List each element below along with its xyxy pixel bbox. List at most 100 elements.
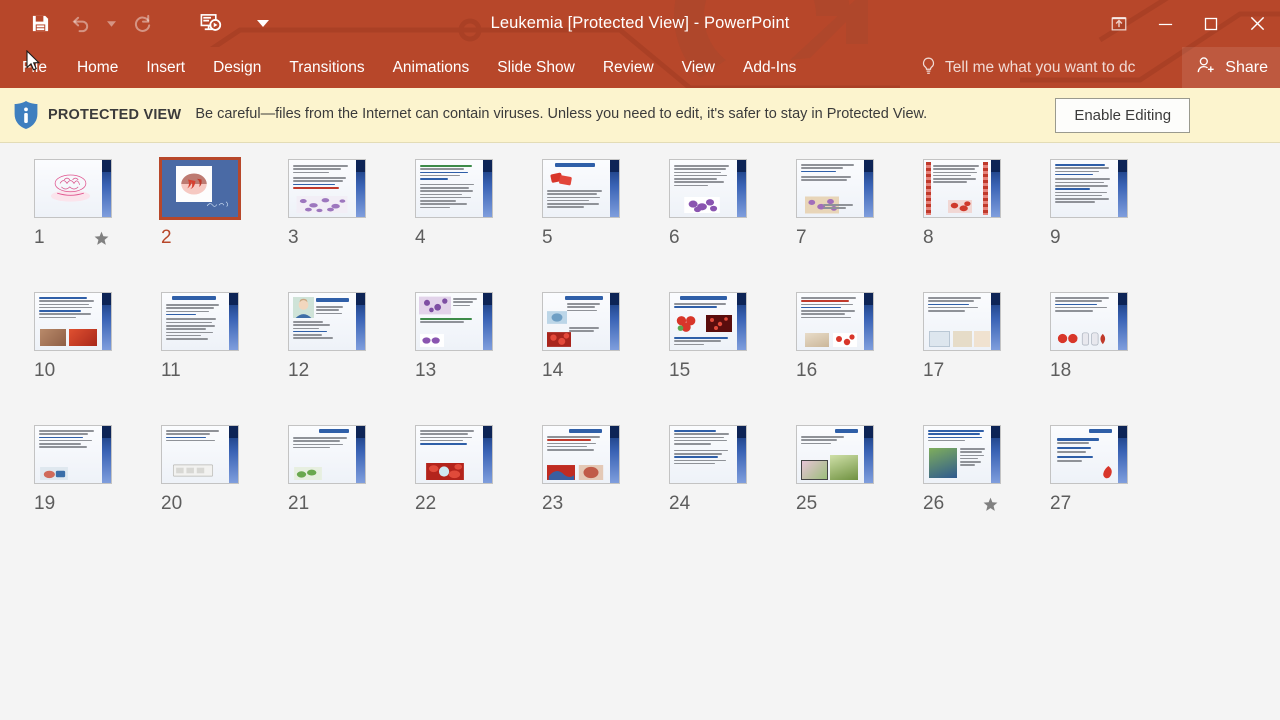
slide-cell[interactable]: 1 [34, 159, 161, 292]
slide-cell[interactable]: 25 [796, 425, 923, 558]
slide-thumbnail[interactable] [669, 159, 747, 218]
tab-slide-show[interactable]: Slide Show [483, 47, 589, 88]
tab-design[interactable]: Design [199, 47, 275, 88]
slide-cell[interactable]: 10 [34, 292, 161, 425]
restore-icon[interactable] [1188, 4, 1234, 44]
slide-thumbnail[interactable] [542, 159, 620, 218]
slide-number: 11 [161, 360, 181, 381]
slide-thumbnail[interactable] [923, 159, 1001, 218]
slide-cell[interactable]: 24 [669, 425, 796, 558]
animation-star-icon [94, 231, 109, 251]
tab-home[interactable]: Home [63, 47, 132, 88]
slide-grid: 1 2 3 4 5 6 7 8 9 10 11 12 13 14 15 16 1… [0, 157, 1280, 558]
slide-cell[interactable]: 2 [159, 157, 288, 292]
slide-thumbnail[interactable] [161, 425, 239, 484]
slide-thumbnail[interactable] [669, 292, 747, 351]
enable-editing-button[interactable]: Enable Editing [1055, 97, 1191, 133]
slide-cell[interactable]: 3 [288, 159, 415, 292]
tab-view[interactable]: View [668, 47, 729, 88]
slide-cell[interactable]: 22 [415, 425, 542, 558]
slide-cell[interactable]: 23 [542, 425, 669, 558]
share-person-icon [1196, 55, 1217, 80]
slide-cell[interactable]: 4 [415, 159, 542, 292]
close-icon[interactable] [1234, 4, 1280, 44]
slide-cell[interactable]: 17 [923, 292, 1050, 425]
slide-thumbnail[interactable] [161, 292, 239, 351]
slide-cell[interactable]: 19 [34, 425, 161, 558]
tab-transitions[interactable]: Transitions [275, 47, 378, 88]
slide-thumbnail[interactable] [1050, 292, 1128, 351]
slide-thumbnail[interactable] [34, 425, 112, 484]
lightbulb-icon [920, 56, 937, 80]
slide-cell[interactable]: 8 [923, 159, 1050, 292]
slide-thumbnail[interactable] [34, 159, 112, 218]
share-label: Share [1225, 58, 1268, 76]
slide-thumbnail[interactable] [288, 292, 366, 351]
slide-cell[interactable]: 6 [669, 159, 796, 292]
save-icon[interactable] [20, 5, 60, 43]
slide-cell[interactable]: 21 [288, 425, 415, 558]
slide-cell[interactable]: 12 [288, 292, 415, 425]
slide-thumbnail[interactable] [796, 425, 874, 484]
slide-cell[interactable]: 20 [161, 425, 288, 558]
slide-sorter-pane[interactable]: 1 2 3 4 5 6 7 8 9 10 11 12 13 14 15 16 1… [0, 143, 1280, 720]
slide-cell[interactable]: 18 [1050, 292, 1177, 425]
slide-number: 20 [161, 493, 183, 514]
slide-thumbnail[interactable] [796, 159, 874, 218]
slide-thumbnail[interactable] [34, 292, 112, 351]
tab-file[interactable]: File [0, 47, 63, 88]
slide-thumbnail[interactable] [923, 292, 1001, 351]
tell-me-search[interactable]: Tell me what you want to dc [920, 47, 1180, 88]
minimize-icon[interactable] [1142, 4, 1188, 44]
slide-thumbnail[interactable] [415, 425, 493, 484]
slideshow-icon[interactable] [190, 5, 230, 43]
slide-thumbnail[interactable] [923, 425, 1001, 484]
slide-cell[interactable]: 15 [669, 292, 796, 425]
slide-thumbnail[interactable] [669, 425, 747, 484]
info-shield-icon [10, 100, 42, 130]
slide-cell[interactable]: 9 [1050, 159, 1177, 292]
slide-cell[interactable]: 27 [1050, 425, 1177, 558]
slide-cell[interactable]: 14 [542, 292, 669, 425]
slide-cell[interactable]: 11 [161, 292, 288, 425]
slide-number: 2 [161, 227, 172, 248]
slide-number: 26 [923, 493, 945, 514]
slide-number: 14 [542, 360, 564, 381]
slide-number: 16 [796, 360, 818, 381]
slide-thumbnail-selected[interactable] [159, 157, 241, 220]
slide-cell[interactable]: 7 [796, 159, 923, 292]
tab-review[interactable]: Review [589, 47, 668, 88]
slide-cell[interactable]: 26 [923, 425, 1050, 558]
tab-add-ins[interactable]: Add-Ins [729, 47, 810, 88]
slide-number: 17 [923, 360, 945, 381]
slide-thumbnail[interactable] [542, 292, 620, 351]
slide-thumbnail[interactable] [1050, 159, 1128, 218]
quick-access-toolbar[interactable] [0, 0, 274, 47]
slide-number: 4 [415, 227, 426, 248]
protected-view-bar: PROTECTED VIEW Be careful—files from the… [0, 88, 1280, 143]
slide-thumbnail[interactable] [415, 292, 493, 351]
title-bar: Leukemia [Protected View] - PowerPoint [0, 0, 1280, 47]
tab-animations[interactable]: Animations [379, 47, 484, 88]
slide-cell[interactable]: 5 [542, 159, 669, 292]
slide-cell[interactable]: 13 [415, 292, 542, 425]
window-controls[interactable] [1096, 0, 1280, 47]
slide-number: 3 [288, 227, 299, 248]
slide-thumbnail[interactable] [542, 425, 620, 484]
ribbon-display-options-icon[interactable] [1096, 4, 1142, 44]
redo-icon[interactable] [122, 5, 162, 43]
slide-number: 7 [796, 227, 807, 248]
undo-icon[interactable] [60, 5, 100, 43]
slide-thumbnail[interactable] [288, 425, 366, 484]
slide-number: 1 [34, 227, 45, 248]
tab-insert[interactable]: Insert [132, 47, 199, 88]
slide-thumbnail[interactable] [1050, 425, 1128, 484]
undo-dropdown-chevron-down-icon[interactable] [100, 5, 122, 43]
customize-quick-access-toolbar-chevron-down-icon[interactable] [252, 5, 274, 43]
slide-thumbnail[interactable] [796, 292, 874, 351]
share-button[interactable]: Share [1182, 47, 1280, 88]
slide-cell[interactable]: 16 [796, 292, 923, 425]
slide-thumbnail[interactable] [288, 159, 366, 218]
slide-thumbnail[interactable] [415, 159, 493, 218]
ribbon-tabs[interactable]: File Home Insert Design Transitions Anim… [0, 47, 810, 88]
